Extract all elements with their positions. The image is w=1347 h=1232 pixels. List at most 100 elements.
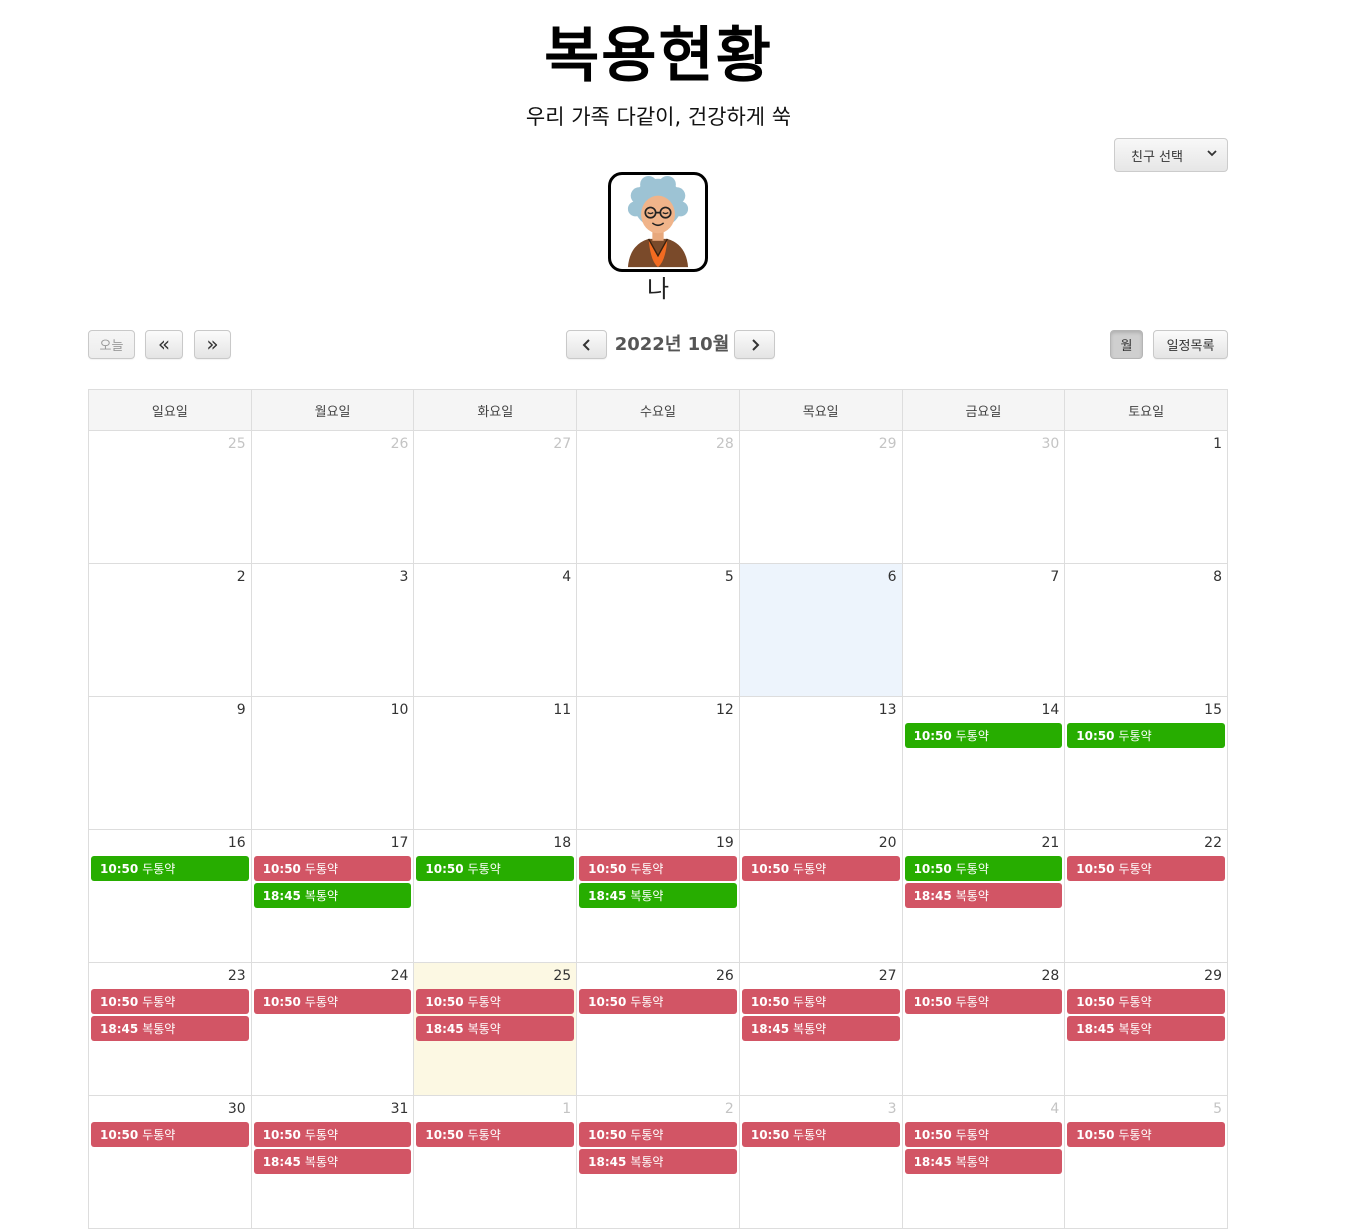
day-cell[interactable]: 27 10:50 두통약 18:45 복통약 xyxy=(739,963,903,1096)
day-number[interactable]: 23 xyxy=(228,968,246,984)
day-cell[interactable]: 27 xyxy=(414,431,578,564)
day-number[interactable]: 5 xyxy=(725,569,734,585)
day-cell[interactable]: 4 10:50 두통약 18:45 복통약 xyxy=(902,1096,1066,1229)
day-cell[interactable]: 2 10:50 두통약 18:45 복통약 xyxy=(577,1096,740,1229)
day-cell[interactable]: 23 10:50 두통약 18:45 복통약 xyxy=(89,963,252,1096)
day-number[interactable]: 30 xyxy=(228,1101,246,1117)
day-number[interactable]: 3 xyxy=(400,569,409,585)
friend-select[interactable]: 친구 선택 xyxy=(1114,138,1228,172)
day-cell[interactable]: 3 xyxy=(251,564,415,697)
day-cell[interactable]: 11 xyxy=(414,697,578,830)
medication-event[interactable]: 10:50 두통약 xyxy=(91,856,249,881)
day-cell[interactable]: 5 10:50 두통약 xyxy=(1065,1096,1228,1229)
day-number[interactable]: 30 xyxy=(1041,436,1059,452)
day-cell[interactable]: 15 10:50 두통약 xyxy=(1065,697,1228,830)
medication-event[interactable]: 10:50 두통약 xyxy=(253,1122,412,1147)
day-cell[interactable]: 3 10:50 두통약 xyxy=(739,1096,903,1229)
medication-event[interactable]: 18:45 복통약 xyxy=(1067,1016,1225,1041)
day-cell[interactable]: 2 xyxy=(89,564,252,697)
day-number[interactable]: 18 xyxy=(553,835,571,851)
day-cell[interactable]: 10 xyxy=(251,697,415,830)
day-cell[interactable]: 16 10:50 두통약 xyxy=(89,830,252,963)
medication-event[interactable]: 10:50 두통약 xyxy=(91,989,249,1014)
day-number[interactable]: 9 xyxy=(237,702,246,718)
day-number[interactable]: 28 xyxy=(1041,968,1059,984)
day-number[interactable]: 12 xyxy=(716,702,734,718)
day-number[interactable]: 29 xyxy=(1204,968,1222,984)
day-number[interactable]: 2 xyxy=(237,569,246,585)
day-number[interactable]: 17 xyxy=(391,835,409,851)
medication-event[interactable]: 10:50 두통약 xyxy=(741,1122,900,1147)
day-number[interactable]: 7 xyxy=(1050,569,1059,585)
day-number[interactable]: 5 xyxy=(1213,1101,1222,1117)
day-number[interactable]: 4 xyxy=(562,569,571,585)
medication-event[interactable]: 18:45 복통약 xyxy=(904,1149,1063,1174)
day-number[interactable]: 15 xyxy=(1204,702,1222,718)
day-cell[interactable]: 25 10:50 두통약 18:45 복통약 xyxy=(414,963,578,1096)
day-number[interactable]: 21 xyxy=(1041,835,1059,851)
day-number[interactable]: 24 xyxy=(391,968,409,984)
day-cell[interactable]: 6 xyxy=(739,564,903,697)
day-cell[interactable]: 24 10:50 두통약 xyxy=(251,963,415,1096)
medication-event[interactable]: 10:50 두통약 xyxy=(904,856,1063,881)
medication-event[interactable]: 10:50 두통약 xyxy=(91,1122,249,1147)
day-number[interactable]: 1 xyxy=(562,1101,571,1117)
day-cell[interactable]: 28 10:50 두통약 xyxy=(902,963,1066,1096)
day-cell[interactable]: 26 xyxy=(251,431,415,564)
medication-event[interactable]: 18:45 복통약 xyxy=(91,1016,249,1041)
day-cell[interactable]: 13 xyxy=(739,697,903,830)
day-cell[interactable]: 1 10:50 두통약 xyxy=(414,1096,578,1229)
day-cell[interactable]: 26 10:50 두통약 xyxy=(577,963,740,1096)
day-cell[interactable]: 5 xyxy=(577,564,740,697)
day-cell[interactable]: 30 xyxy=(902,431,1066,564)
day-number[interactable]: 11 xyxy=(553,702,571,718)
medication-event[interactable]: 18:45 복통약 xyxy=(741,1016,900,1041)
medication-event[interactable]: 10:50 두통약 xyxy=(416,1122,575,1147)
next-month-button[interactable] xyxy=(734,330,775,359)
day-cell[interactable]: 9 xyxy=(89,697,252,830)
day-cell[interactable]: 12 xyxy=(577,697,740,830)
month-view-button[interactable]: 월 xyxy=(1110,330,1143,359)
day-number[interactable]: 26 xyxy=(391,436,409,452)
medication-event[interactable]: 10:50 두통약 xyxy=(253,856,412,881)
day-cell[interactable]: 4 xyxy=(414,564,578,697)
day-cell[interactable]: 17 10:50 두통약 18:45 복통약 xyxy=(251,830,415,963)
medication-event[interactable]: 10:50 두통약 xyxy=(253,989,412,1014)
day-number[interactable]: 1 xyxy=(1213,436,1222,452)
day-cell[interactable]: 1 xyxy=(1065,431,1228,564)
day-cell[interactable]: 25 xyxy=(89,431,252,564)
medication-event[interactable]: 10:50 두통약 xyxy=(1067,723,1225,748)
day-number[interactable]: 25 xyxy=(228,436,246,452)
day-cell[interactable]: 31 10:50 두통약 18:45 복통약 xyxy=(251,1096,415,1229)
day-number[interactable]: 6 xyxy=(888,569,897,585)
day-cell[interactable]: 22 10:50 두통약 xyxy=(1065,830,1228,963)
medication-event[interactable]: 18:45 복통약 xyxy=(416,1016,575,1041)
day-cell[interactable]: 29 10:50 두통약 18:45 복통약 xyxy=(1065,963,1228,1096)
day-number[interactable]: 16 xyxy=(228,835,246,851)
day-cell[interactable]: 30 10:50 두통약 xyxy=(89,1096,252,1229)
medication-event[interactable]: 18:45 복통약 xyxy=(253,883,412,908)
day-cell[interactable]: 8 xyxy=(1065,564,1228,697)
medication-event[interactable]: 10:50 두통약 xyxy=(416,989,575,1014)
medication-event[interactable]: 10:50 두통약 xyxy=(1067,856,1225,881)
medication-event[interactable]: 10:50 두통약 xyxy=(904,723,1063,748)
medication-event[interactable]: 10:50 두통약 xyxy=(579,856,737,881)
list-view-button[interactable]: 일정목록 xyxy=(1153,330,1228,359)
day-number[interactable]: 8 xyxy=(1213,569,1222,585)
medication-event[interactable]: 10:50 두통약 xyxy=(579,989,737,1014)
day-number[interactable]: 10 xyxy=(391,702,409,718)
day-cell[interactable]: 21 10:50 두통약 18:45 복통약 xyxy=(902,830,1066,963)
day-number[interactable]: 28 xyxy=(716,436,734,452)
medication-event[interactable]: 10:50 두통약 xyxy=(1067,989,1225,1014)
medication-event[interactable]: 10:50 두통약 xyxy=(416,856,575,881)
prev-year-button[interactable]: « xyxy=(145,330,183,359)
medication-event[interactable]: 10:50 두통약 xyxy=(1067,1122,1225,1147)
day-number[interactable]: 25 xyxy=(553,968,571,984)
day-cell[interactable]: 18 10:50 두통약 xyxy=(414,830,578,963)
day-number[interactable]: 27 xyxy=(879,968,897,984)
medication-event[interactable]: 18:45 복통약 xyxy=(579,883,737,908)
medication-event[interactable]: 18:45 복통약 xyxy=(579,1149,737,1174)
medication-event[interactable]: 10:50 두통약 xyxy=(904,989,1063,1014)
day-cell[interactable]: 29 xyxy=(739,431,903,564)
day-cell[interactable]: 19 10:50 두통약 18:45 복통약 xyxy=(577,830,740,963)
